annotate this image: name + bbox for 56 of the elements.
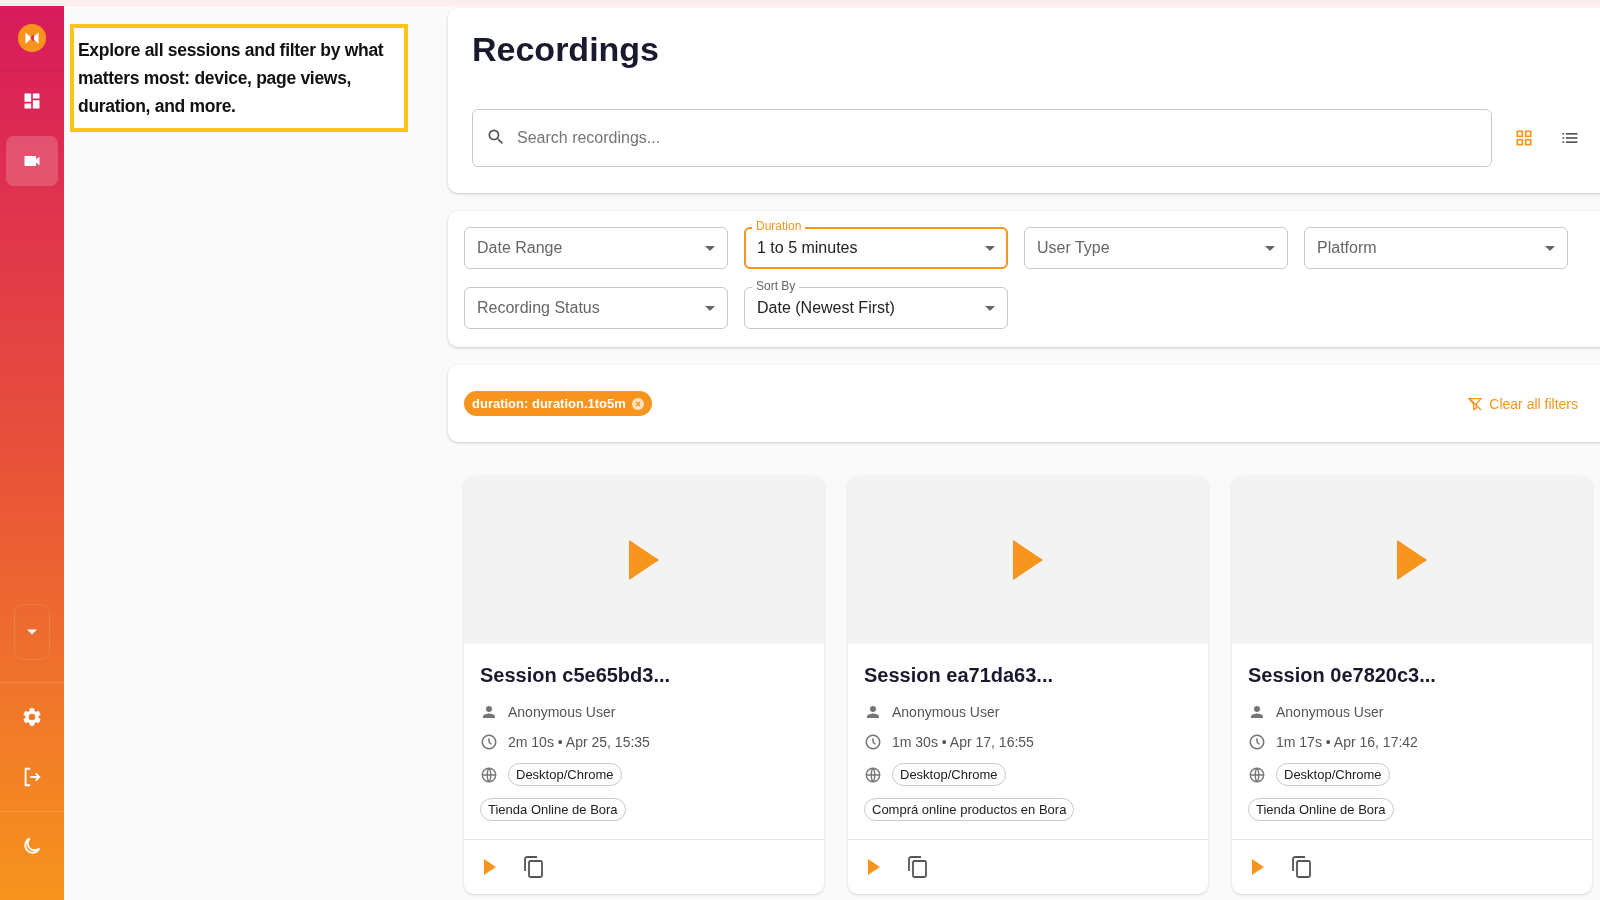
- duration-date: 1m 30s • Apr 17, 16:55: [892, 734, 1034, 750]
- globe-icon: [480, 765, 498, 784]
- play-icon: [1013, 540, 1043, 580]
- caret-icon: [985, 305, 995, 311]
- session-card[interactable]: Session ea71da63... Anonymous User 1m 30s • Apr 17, 16:55 Desktop/Chrome Comprá online productos en Bora: [848, 476, 1208, 894]
- copy-icon: [524, 856, 544, 878]
- grid-icon: [1514, 128, 1534, 148]
- video-thumbnail[interactable]: [1232, 476, 1592, 644]
- filter-select[interactable]: Platform: [1304, 227, 1568, 269]
- duration-date: 2m 10s • Apr 25, 15:35: [508, 734, 650, 750]
- clock-icon: [1248, 733, 1266, 751]
- person-icon: [864, 703, 882, 721]
- play-icon: [1397, 540, 1427, 580]
- filter-off-icon: [1467, 395, 1484, 412]
- caret-icon: [705, 305, 715, 311]
- session-title: Session 0e7820c3...: [1248, 664, 1437, 687]
- play-icon: [629, 540, 659, 580]
- search-field[interactable]: Search recordings...: [472, 109, 1492, 167]
- filter-select[interactable]: User Type: [1024, 227, 1288, 269]
- user-label: Anonymous User: [892, 704, 1000, 720]
- page-title: Recordings: [472, 30, 661, 69]
- session-title: Session ea71da63...: [864, 664, 1054, 687]
- recordings-nav-button[interactable]: [6, 136, 58, 186]
- copy-icon: [1292, 856, 1312, 878]
- caret-icon: [985, 245, 995, 251]
- caret-icon: [1265, 245, 1275, 251]
- user-label: Anonymous User: [1276, 704, 1384, 720]
- dashboard-icon: [22, 91, 42, 111]
- clock-icon: [480, 733, 498, 751]
- clock-icon: [864, 733, 882, 751]
- play-icon: [484, 859, 496, 875]
- filter-select[interactable]: Date Range: [464, 227, 728, 269]
- caret-icon: [705, 245, 715, 251]
- session-card[interactable]: Session c5e65bd3... Anonymous User 2m 10s • Apr 25, 15:35 Desktop/Chrome Tienda Online de Bora: [464, 476, 824, 894]
- annotation-callout: Explore all sessions and filter by what matters most: device, page views, duration, and more.: [70, 24, 408, 132]
- caret-icon: [27, 629, 37, 635]
- video-thumbnail[interactable]: [464, 476, 824, 644]
- video-thumbnail[interactable]: [848, 476, 1208, 644]
- globe-icon: [864, 765, 882, 784]
- person-icon: [480, 703, 498, 721]
- caret-icon: [1545, 245, 1555, 251]
- play-icon: [1252, 859, 1264, 875]
- select-label: Sort By: [752, 279, 800, 294]
- duration-date: 1m 17s • Apr 16, 17:42: [1276, 734, 1418, 750]
- logo-icon[interactable]: [17, 23, 47, 53]
- copy-icon: [908, 856, 928, 878]
- person-icon: [1248, 703, 1266, 721]
- session-title: Session c5e65bd3...: [480, 664, 672, 687]
- moon-icon: [21, 835, 43, 857]
- settings-icon: [21, 706, 43, 728]
- filter-select[interactable]: Recording Status: [464, 287, 728, 329]
- session-card[interactable]: Session 0e7820c3... Anonymous User 1m 17s • Apr 16, 17:42 Desktop/Chrome Tienda Online de Bora: [1232, 476, 1592, 894]
- play-icon: [868, 859, 880, 875]
- user-label: Anonymous User: [508, 704, 616, 720]
- globe-icon: [1248, 765, 1266, 784]
- remove-icon: [631, 397, 644, 410]
